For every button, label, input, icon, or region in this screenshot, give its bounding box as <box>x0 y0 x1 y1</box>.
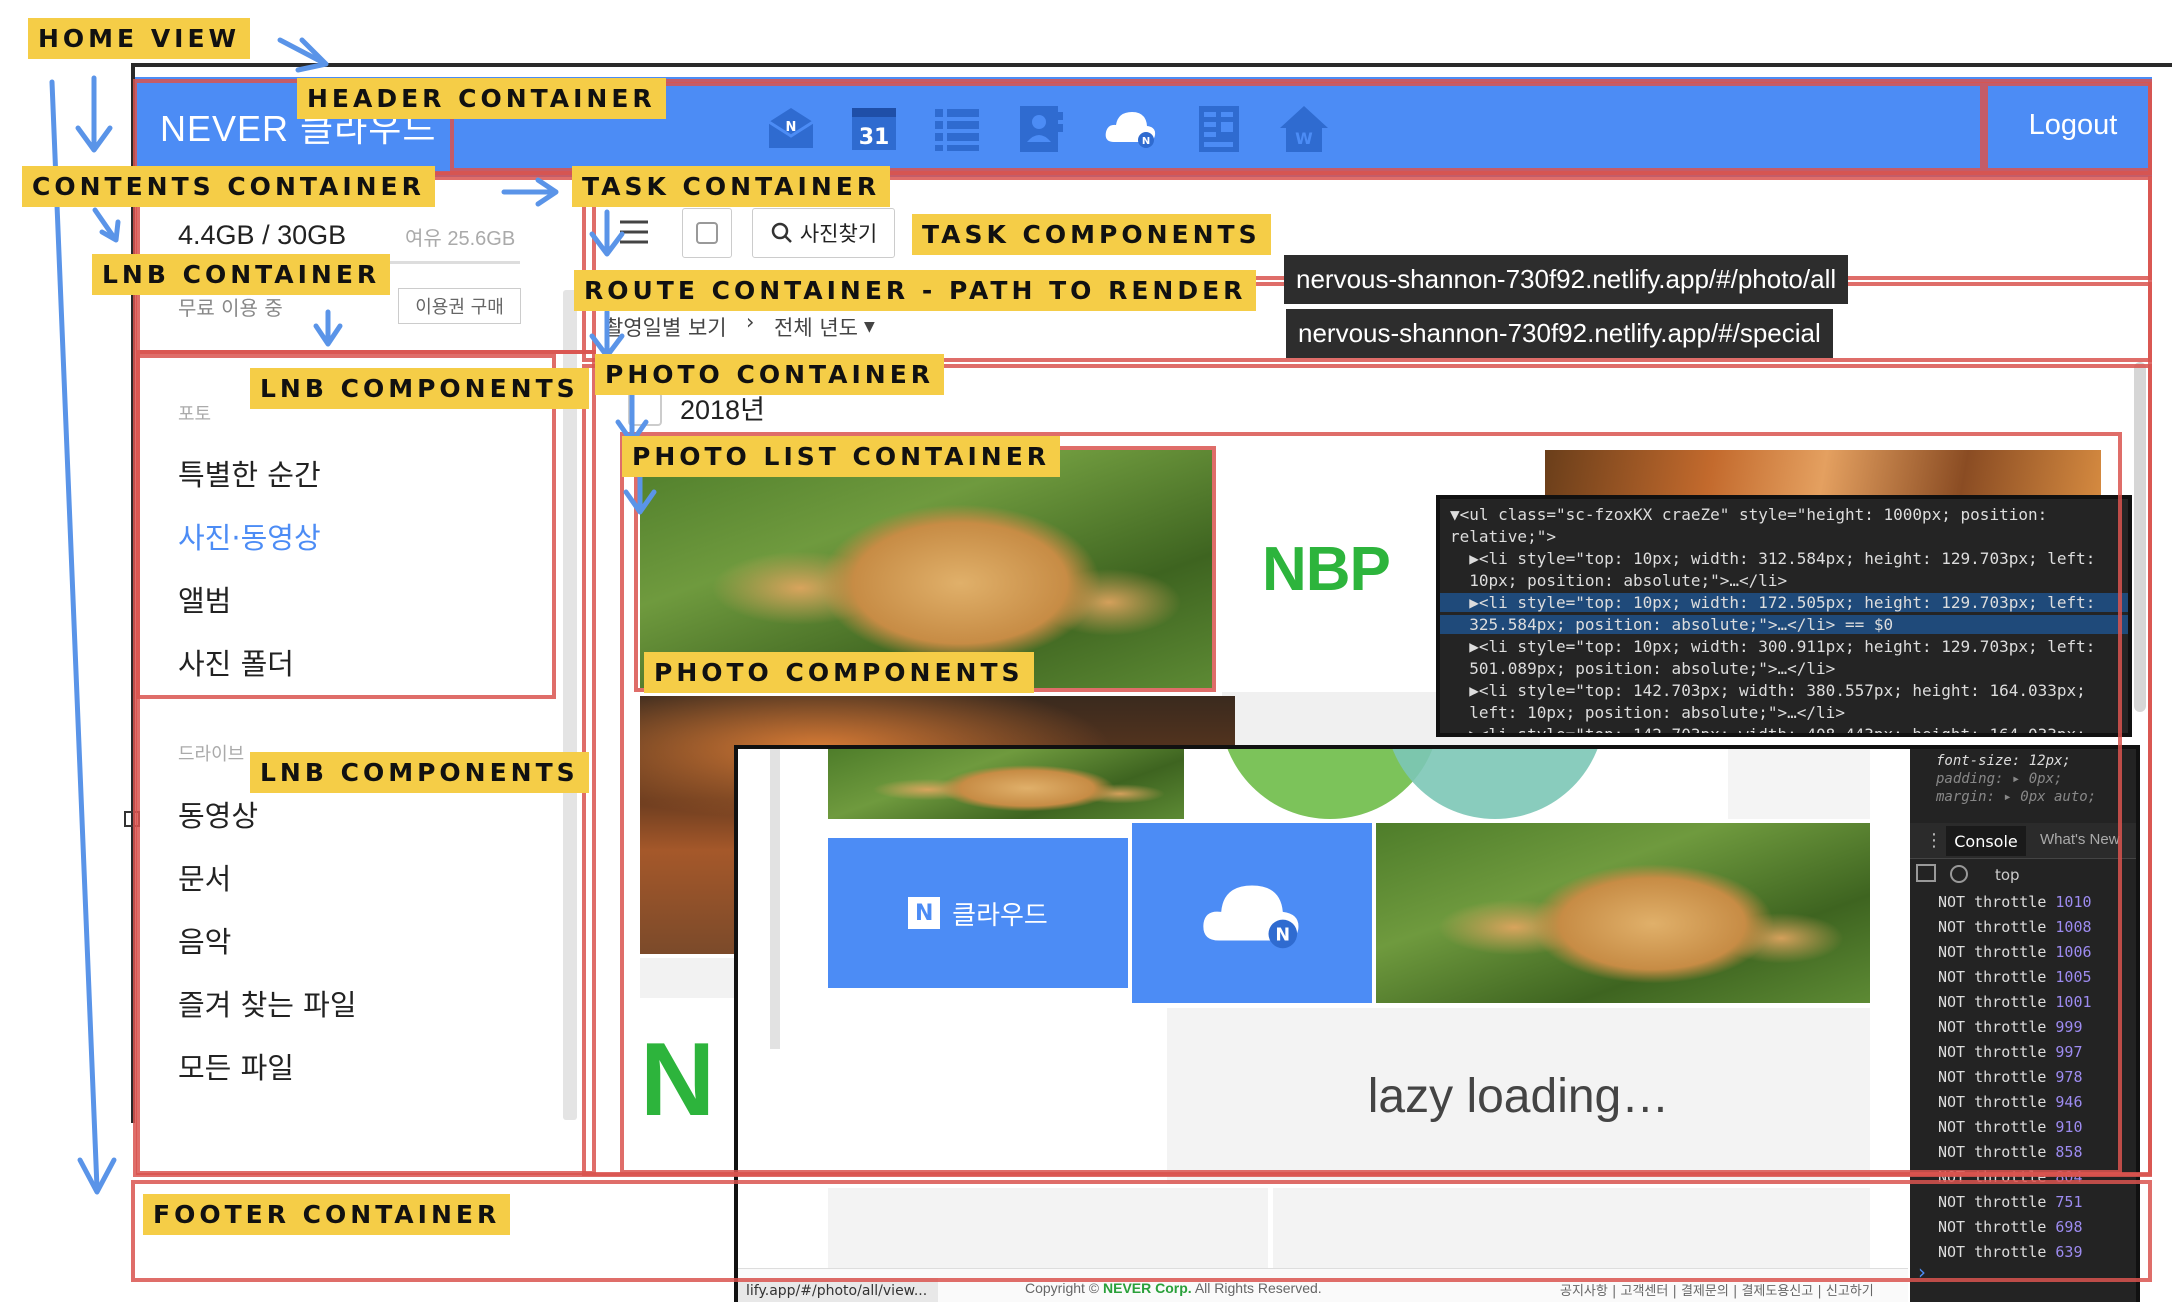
label-header-container: HEADER CONTAINER <box>297 78 666 119</box>
url-special: nervous-shannon-730f92.netlify.app/#/spe… <box>1286 309 1833 358</box>
label-contents-container: CONTENTS CONTAINER <box>22 166 435 207</box>
label-route-container: ROUTE CONTAINER - PATH TO RENDER <box>574 270 1257 311</box>
label-home-view: HOME VIEW <box>28 18 251 59</box>
url-photo-all: nervous-shannon-730f92.netlify.app/#/pho… <box>1284 255 1849 304</box>
label-lnb-components-1: LNB COMPONENTS <box>250 368 589 409</box>
label-lnb-container: LNB CONTAINER <box>92 254 391 295</box>
label-task-components: TASK COMPONENTS <box>912 214 1271 255</box>
label-lnb-components-2: LNB COMPONENTS <box>250 752 589 793</box>
label-task-container: TASK CONTAINER <box>572 166 891 207</box>
label-photo-container: PHOTO CONTAINER <box>595 354 945 395</box>
label-photo-list-container: PHOTO LIST CONTAINER <box>622 436 1061 477</box>
label-footer-container: FOOTER CONTAINER <box>143 1194 511 1235</box>
label-photo-components: PHOTO COMPONENTS <box>644 652 1034 693</box>
